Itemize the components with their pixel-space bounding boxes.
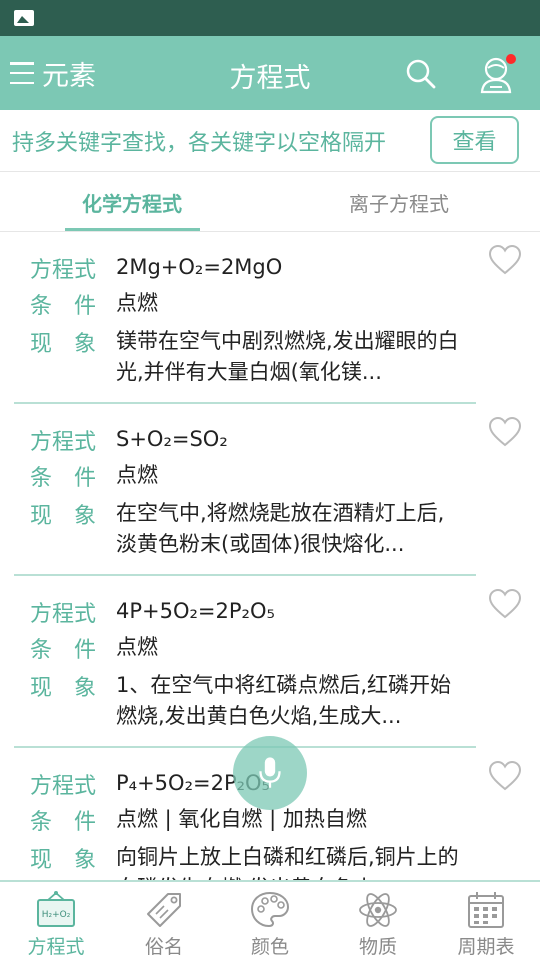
condition-value: 点燃	[116, 463, 158, 487]
user-button[interactable]	[478, 54, 516, 94]
condition-value: 点燃	[116, 635, 158, 659]
calendar-table-icon	[468, 892, 504, 928]
status-bar	[0, 0, 540, 36]
bottom-navigation: H₂+O₂ 方程式 俗名 颜色 物质 周期表	[0, 880, 540, 960]
equation-board-text: H₂+O₂	[42, 910, 71, 920]
condition-label: 条 件	[30, 466, 97, 491]
equation-label: 方程式	[30, 258, 97, 283]
nav-label: 周期表	[457, 936, 515, 958]
app-bar: 元素 方程式	[0, 36, 540, 110]
phenomenon-label: 现 象	[30, 676, 97, 701]
phenomenon-value: 1、在空气中将红磷点燃后,红磷开始燃烧,发出黄白色火焰,生成大...	[116, 673, 452, 728]
search-bar: 持多关键字查找，各关键字以空格隔开 查看	[0, 110, 540, 172]
phenomenon-row: 现 象 在空气中,将燃烧匙放在酒精灯上后,淡黄色粉末(或固体)很快熔化...	[30, 498, 462, 560]
nav-label: 颜色	[250, 936, 289, 958]
nav-label: 俗名	[144, 936, 183, 958]
condition-row: 条 件 点燃	[30, 460, 462, 492]
nav-label: 方程式	[27, 936, 85, 958]
phenomenon-value: 镁带在空气中剧烈燃烧,发出耀眼的白光,并伴有大量白烟(氧化镁...	[116, 329, 459, 384]
equation-value: 4P+5O₂=2P₂O₅	[116, 599, 275, 623]
nav-periodic-table[interactable]: 周期表	[432, 882, 540, 960]
voice-search-button[interactable]	[233, 736, 307, 810]
condition-label: 条 件	[30, 294, 97, 319]
equation-card[interactable]: 方程式 2Mg+O₂=2MgO 条 件 点燃 现 象 镁带在空气中剧烈燃烧,发出…	[0, 232, 540, 404]
search-input[interactable]: 持多关键字查找，各关键字以空格隔开	[12, 125, 386, 157]
favorite-heart-icon[interactable]	[488, 588, 522, 620]
nav-common-name[interactable]: 俗名	[110, 882, 218, 960]
nav-substance[interactable]: 物质	[324, 882, 432, 960]
search-icon[interactable]	[405, 58, 437, 90]
condition-value: 点燃 | 氧化自燃 | 加热自燃	[116, 807, 367, 831]
microphone-icon	[259, 757, 281, 788]
tag-icon	[147, 893, 181, 927]
tab-ionic-equation[interactable]: 离子方程式	[349, 188, 449, 217]
condition-row: 条 件 点燃 | 氧化自燃 | 加热自燃	[30, 804, 462, 836]
phenomenon-value: 在空气中,将燃烧匙放在酒精灯上后,淡黄色粉末(或固体)很快熔化...	[116, 501, 445, 556]
nav-equation[interactable]: H₂+O₂ 方程式	[2, 882, 110, 960]
equation-tabs: 化学方程式 离子方程式	[0, 172, 540, 232]
equation-card[interactable]: 方程式 S+O₂=SO₂ 条 件 点燃 现 象 在空气中,将燃烧匙放在酒精灯上后…	[0, 404, 540, 576]
palette-icon	[250, 891, 290, 928]
equation-row: 方程式 S+O₂=SO₂	[30, 424, 462, 456]
equation-board-icon: H₂+O₂	[37, 891, 75, 927]
favorite-heart-icon[interactable]	[488, 760, 522, 792]
condition-row: 条 件 点燃	[30, 632, 462, 664]
equation-label: 方程式	[30, 774, 97, 799]
equation-label: 方程式	[30, 602, 97, 627]
view-button[interactable]: 查看	[430, 116, 519, 164]
nav-color[interactable]: 颜色	[216, 882, 324, 960]
condition-row: 条 件 点燃	[30, 288, 462, 320]
condition-label: 条 件	[30, 638, 97, 663]
elements-menu-button[interactable]: 元素	[10, 56, 96, 92]
phenomenon-label: 现 象	[30, 848, 97, 873]
condition-label: 条 件	[30, 810, 97, 835]
phenomenon-value: 向铜片上放上白磷和红磷后,铜片上的白磷发生自燃,发出黄白色火...	[116, 845, 459, 880]
favorite-heart-icon[interactable]	[488, 416, 522, 448]
atom-icon	[359, 893, 397, 927]
phenomenon-label: 现 象	[30, 332, 97, 357]
phenomenon-row: 现 象 1、在空气中将红磷点燃后,红磷开始燃烧,发出黄白色火焰,生成大...	[30, 670, 462, 732]
favorite-heart-icon[interactable]	[488, 244, 522, 276]
condition-value: 点燃	[116, 291, 158, 315]
phenomenon-label: 现 象	[30, 504, 97, 529]
equation-row: 方程式 2Mg+O₂=2MgO	[30, 252, 462, 284]
equation-value: S+O₂=SO₂	[116, 427, 228, 451]
equation-value: 2Mg+O₂=2MgO	[116, 255, 283, 279]
nav-label: 物质	[358, 936, 397, 958]
active-tab-indicator	[65, 228, 200, 231]
gallery-notification-icon	[14, 10, 34, 26]
equation-label: 方程式	[30, 430, 97, 455]
phenomenon-row: 现 象 向铜片上放上白磷和红磷后,铜片上的白磷发生自燃,发出黄白色火...	[30, 842, 462, 880]
phenomenon-row: 现 象 镁带在空气中剧烈燃烧,发出耀眼的白光,并伴有大量白烟(氧化镁...	[30, 326, 462, 388]
equation-card[interactable]: 方程式 4P+5O₂=2P₂O₅ 条 件 点燃 现 象 1、在空气中将红磷点燃后…	[0, 576, 540, 748]
hamburger-icon	[10, 62, 34, 84]
tab-chemical-equation[interactable]: 化学方程式	[82, 188, 182, 217]
notification-dot	[506, 54, 516, 64]
equation-row: 方程式 4P+5O₂=2P₂O₅	[30, 596, 462, 628]
menu-label: 元素	[42, 60, 96, 92]
